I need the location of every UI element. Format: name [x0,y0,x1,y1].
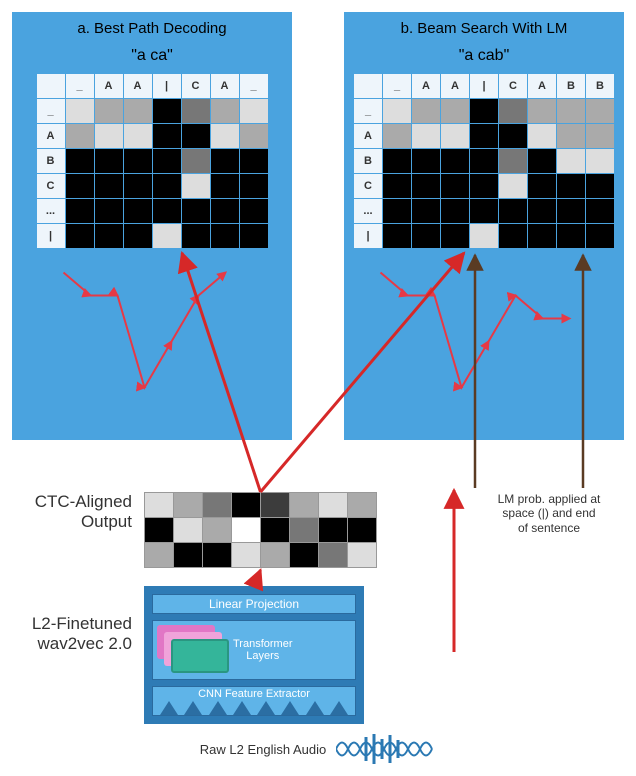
panel-b-grid: _AA|CABB_ABC...| [353,73,615,249]
wav2vec-stack: Linear Projection TransformerLayers CNN … [144,586,364,724]
ctc-aligned-label: CTC-Aligned Output [12,492,132,531]
cnn-triangles [157,701,351,715]
lm-note-l1: LM prob. applied at [498,492,601,506]
lm-probability-note: LM prob. applied at space (|) and end of… [474,492,624,535]
panel-a-path-overlay [36,249,269,425]
audio-label: Raw L2 English Audio [200,742,326,757]
panel-beam-search: b. Beam Search With LM "a cab" _AA|CABB_… [344,12,624,440]
transformer-label: TransformerLayers [233,638,293,662]
ctc-label-l2: Output [81,512,132,531]
cnn-label: CNN Feature Extractor [157,688,351,700]
ctc-output-grid [144,492,377,568]
ctc-label-l1: CTC-Aligned [35,492,132,511]
audio-input-row: Raw L2 English Audio [12,734,624,764]
panel-a-grid-wrap: _AA|CA__ABC...| [36,73,269,428]
audio-waveform-icon [336,734,436,764]
panel-b-title: b. Beam Search With LM [401,20,568,37]
transformer-stack-icon [157,625,227,675]
panel-b-output: "a cab" [459,47,510,65]
cnn-feature-extractor-layer: CNN Feature Extractor [152,686,356,716]
panel-a-title: a. Best Path Decoding [77,20,226,37]
wav-label-l2: wav2vec 2.0 [38,634,133,653]
panel-best-path: a. Best Path Decoding "a ca" _AA|CA__ABC… [12,12,292,440]
panel-a-output: "a ca" [131,47,173,65]
linear-projection-layer: Linear Projection [152,594,356,614]
lm-note-l3: of sentence [518,521,580,535]
panel-a-grid: _AA|CA__ABC...| [36,73,269,249]
wav-label-l1: L2-Finetuned [32,614,132,633]
panel-b-grid-wrap: _AA|CABB_ABC...| [353,73,615,428]
wav2vec-label: L2-Finetuned wav2vec 2.0 [12,614,132,655]
panel-b-path-overlay [353,249,615,425]
lm-note-l2: space (|) and end [502,506,595,520]
transformer-layers-box: TransformerLayers [152,620,356,680]
